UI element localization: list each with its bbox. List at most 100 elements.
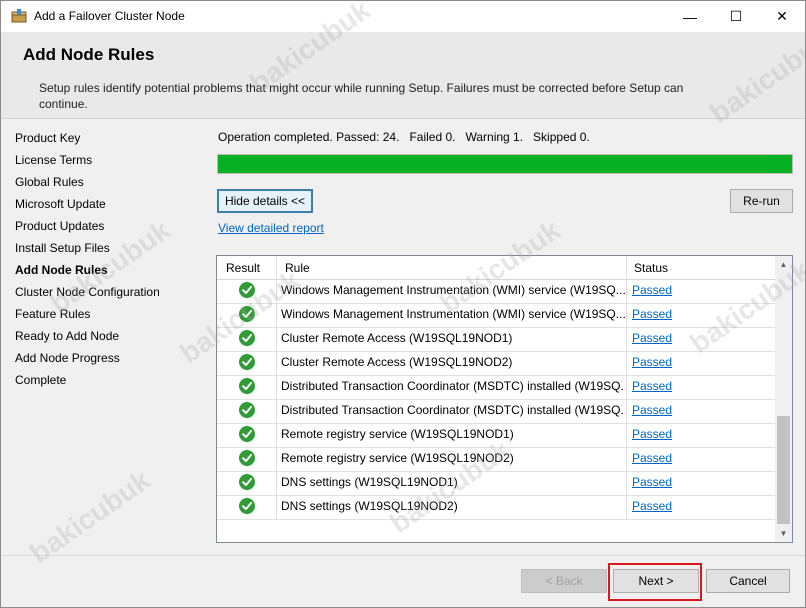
nav-item-license-terms[interactable]: License Terms <box>15 153 92 167</box>
scroll-thumb[interactable] <box>777 416 790 524</box>
status-link[interactable]: Passed <box>632 283 672 297</box>
status-link[interactable]: Passed <box>632 499 672 513</box>
cell-divider <box>276 279 277 303</box>
close-button[interactable]: ✕ <box>759 1 805 32</box>
cell-divider <box>276 375 277 399</box>
cell-divider <box>276 495 277 519</box>
nav-item-ready-to-add-node[interactable]: Ready to Add Node <box>15 329 119 343</box>
status-link[interactable]: Passed <box>632 451 672 465</box>
rule-name: Distributed Transaction Coordinator (MSD… <box>281 403 625 417</box>
nav-item-feature-rules[interactable]: Feature Rules <box>15 307 90 321</box>
table-row[interactable]: Remote registry service (W19SQL19NOD2) Pa… <box>217 447 777 472</box>
cell-divider <box>276 399 277 423</box>
minimize-button[interactable]: — <box>667 1 713 32</box>
cell-divider <box>276 447 277 471</box>
view-detailed-report-link[interactable]: View detailed report <box>218 221 324 235</box>
scroll-down-arrow-icon[interactable]: ▼ <box>775 525 792 542</box>
vertical-scrollbar[interactable]: ▲ ▼ <box>775 256 792 542</box>
scroll-up-arrow-icon[interactable]: ▲ <box>775 256 792 273</box>
cell-divider <box>626 471 627 495</box>
rule-name: DNS settings (W19SQL19NOD1) <box>281 475 458 489</box>
table-row[interactable]: Remote registry service (W19SQL19NOD1) Pa… <box>217 423 777 448</box>
cell-divider <box>276 471 277 495</box>
status-link[interactable]: Passed <box>632 331 672 345</box>
cell-divider <box>276 327 277 351</box>
rule-name: Remote registry service (W19SQL19NOD2) <box>281 451 514 465</box>
rule-name: Distributed Transaction Coordinator (MSD… <box>281 379 625 393</box>
table-row[interactable]: Windows Management Instrumentation (WMI)… <box>217 279 777 304</box>
nav-item-product-key[interactable]: Product Key <box>15 131 80 145</box>
progress-fill <box>218 155 792 173</box>
check-icon <box>239 498 255 514</box>
nav-item-add-node-rules[interactable]: Add Node Rules <box>15 263 108 277</box>
status-link[interactable]: Passed <box>632 427 672 441</box>
check-icon <box>239 450 255 466</box>
check-icon <box>239 354 255 370</box>
footer-divider <box>1 555 805 556</box>
nav-item-global-rules[interactable]: Global Rules <box>15 175 84 189</box>
rules-table: Result Rule Status Windows Management In… <box>216 255 793 543</box>
rule-name: Windows Management Instrumentation (WMI)… <box>281 283 625 297</box>
cell-divider <box>626 399 627 423</box>
page-description: Setup rules identify potential problems … <box>39 81 684 111</box>
table-header: Result Rule Status <box>217 256 777 280</box>
nav-item-microsoft-update[interactable]: Microsoft Update <box>15 197 106 211</box>
rule-name: Remote registry service (W19SQL19NOD1) <box>281 427 514 441</box>
nav-item-complete[interactable]: Complete <box>15 373 66 387</box>
minimize-icon: — <box>683 8 697 25</box>
check-icon <box>239 306 255 322</box>
nav-item-install-setup-files[interactable]: Install Setup Files <box>15 241 110 255</box>
column-header-status[interactable]: Status <box>634 261 668 275</box>
table-row[interactable]: Distributed Transaction Coordinator (MSD… <box>217 399 777 424</box>
table-row[interactable]: Windows Management Instrumentation (WMI)… <box>217 303 777 328</box>
nav-item-cluster-node-configuration[interactable]: Cluster Node Configuration <box>15 285 160 299</box>
rule-name: DNS settings (W19SQL19NOD2) <box>281 499 458 513</box>
table-row[interactable]: Cluster Remote Access (W19SQL19NOD1) Pass… <box>217 327 777 352</box>
cell-divider <box>626 423 627 447</box>
rerun-button[interactable]: Re-run <box>730 189 793 213</box>
check-icon <box>239 330 255 346</box>
table-row[interactable]: DNS settings (W19SQL19NOD2) Passed <box>217 495 777 520</box>
check-icon <box>239 378 255 394</box>
column-header-rule[interactable]: Rule <box>285 261 310 275</box>
hide-details-button[interactable]: Hide details << <box>217 189 313 213</box>
page-title: Add Node Rules <box>23 45 155 64</box>
cell-divider <box>276 303 277 327</box>
status-link[interactable]: Passed <box>632 355 672 369</box>
status-link[interactable]: Passed <box>632 307 672 321</box>
column-divider <box>276 256 277 279</box>
table-row[interactable]: Cluster Remote Access (W19SQL19NOD2) Pass… <box>217 351 777 376</box>
check-icon <box>239 426 255 442</box>
maximize-icon: ☐ <box>729 8 743 24</box>
column-header-result[interactable]: Result <box>226 261 260 275</box>
close-icon: ✕ <box>776 8 788 24</box>
rule-name: Cluster Remote Access (W19SQL19NOD1) <box>281 331 513 345</box>
status-link[interactable]: Passed <box>632 475 672 489</box>
cancel-button[interactable]: Cancel <box>706 569 790 593</box>
cell-divider <box>626 303 627 327</box>
setup-box-icon <box>11 9 27 23</box>
nav-item-product-updates[interactable]: Product Updates <box>15 219 104 233</box>
cell-divider <box>276 351 277 375</box>
next-button-highlight <box>608 563 702 601</box>
cell-divider <box>626 495 627 519</box>
maximize-button[interactable]: ☐ <box>713 1 759 32</box>
operation-status: Operation completed. Passed: 24. Failed … <box>218 130 590 144</box>
column-divider <box>626 256 627 279</box>
progress-bar <box>217 154 793 174</box>
page-header: Add Node Rules Setup rules identify pote… <box>1 32 805 119</box>
table-row[interactable]: Distributed Transaction Coordinator (MSD… <box>217 375 777 400</box>
status-link[interactable]: Passed <box>632 403 672 417</box>
status-link[interactable]: Passed <box>632 379 672 393</box>
rule-name: Cluster Remote Access (W19SQL19NOD2) <box>281 355 513 369</box>
nav-item-add-node-progress[interactable]: Add Node Progress <box>15 351 120 365</box>
check-icon <box>239 282 255 298</box>
table-row[interactable]: DNS settings (W19SQL19NOD1) Passed <box>217 471 777 496</box>
cell-divider <box>626 375 627 399</box>
cell-divider <box>626 351 627 375</box>
check-icon <box>239 402 255 418</box>
title-bar: Add a Failover Cluster Node — ☐ ✕ <box>1 1 805 32</box>
back-button[interactable]: < Back <box>521 569 607 593</box>
steps-nav: Product Key License Terms Global Rules M… <box>1 119 206 549</box>
cell-divider <box>626 327 627 351</box>
